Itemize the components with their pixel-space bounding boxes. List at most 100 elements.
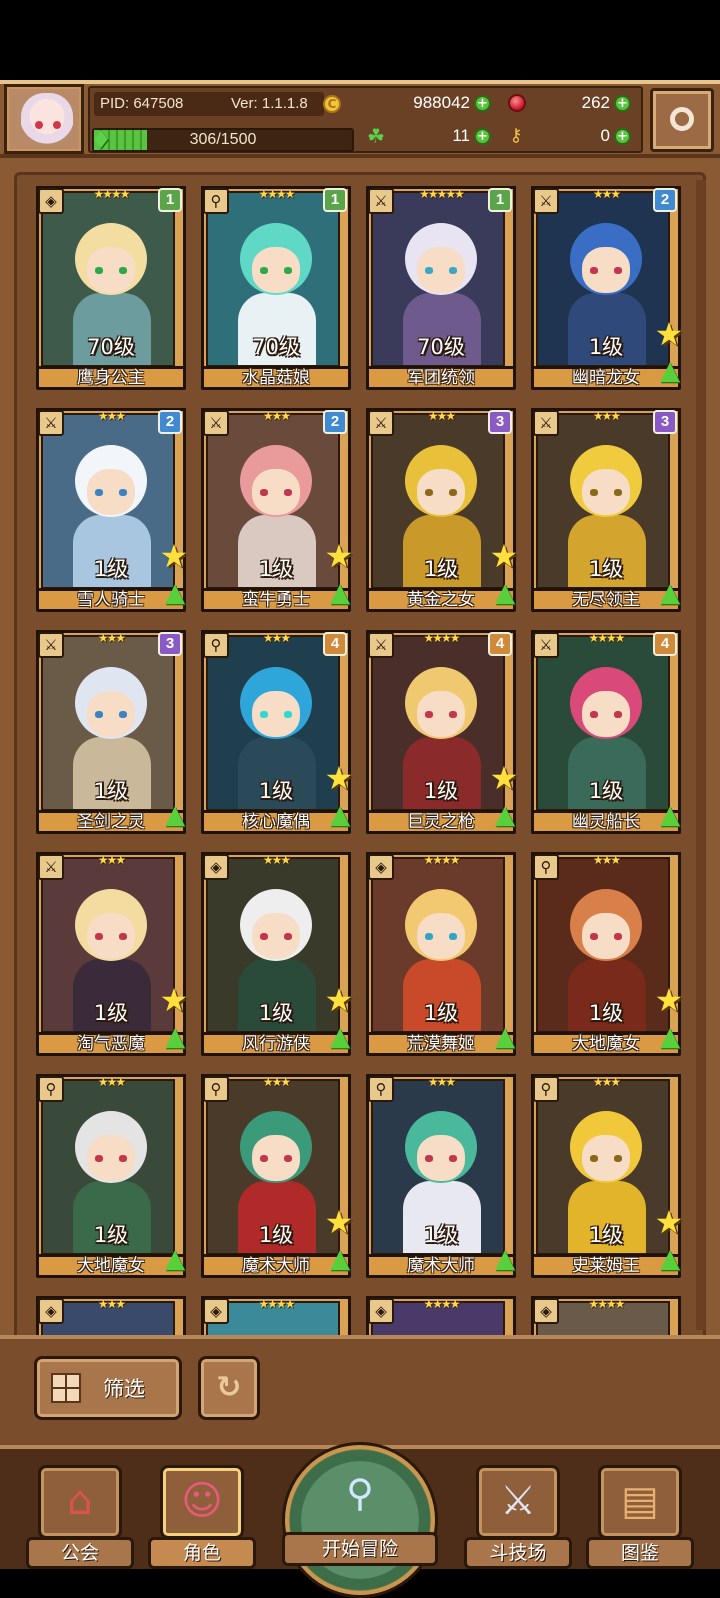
staff-icon: ⚲ <box>368 1076 394 1102</box>
filter-label: 筛选 <box>103 1377 145 1401</box>
star-upgrade-icon: ★ <box>489 537 519 575</box>
character-card[interactable]: ★★★ ⚔ 2 1级 雪人骑士 ★ ▲ <box>36 408 188 612</box>
portrait-eye <box>119 711 127 718</box>
portrait-eye <box>425 489 433 496</box>
portrait-eye <box>590 489 598 496</box>
nav-guild[interactable]: ⌂ 公会 <box>26 1465 134 1569</box>
star-upgrade-icon: ★ <box>654 1203 684 1241</box>
portrait-eye <box>425 267 433 274</box>
character-card[interactable]: ★★★★ ◈ 1级 荒漠舞姬 ▲ <box>366 852 516 1056</box>
rarity-stars: ★★★ <box>97 631 126 645</box>
sword-icon: ⚔ <box>38 410 64 436</box>
star-upgrade-icon: ★ <box>324 1203 354 1241</box>
star-upgrade-icon: ★ <box>159 981 189 1019</box>
character-card[interactable]: ★★★★ ◈ 1 70级 鹰身公主 <box>36 186 186 390</box>
character-card[interactable]: ★★★★ ⚲ 1 70级 水晶菇娘 <box>201 186 351 390</box>
level-up-arrow-icon: ▲ <box>660 1244 680 1274</box>
nav-start-adventure[interactable]: ⚲ 开始冒险 <box>276 1442 444 1598</box>
tier-badge: 4 <box>653 632 677 656</box>
grid-filter-icon <box>51 1373 81 1403</box>
character-card[interactable]: ★★★ ⚲ 1级 魔术大师 ★ ▲ <box>201 1074 353 1278</box>
nav-character-label: 角色 <box>182 1542 221 1564</box>
portrait-eye <box>590 267 598 274</box>
character-card[interactable]: ★★★ ⚔ 1级 淘气恶魔 ★ ▲ <box>36 852 188 1056</box>
portrait-eye <box>95 489 103 496</box>
level-up-arrow-icon: ▲ <box>660 356 680 386</box>
character-card[interactable]: ★★★ ⚔ 3 1级 圣剑之灵 ▲ <box>36 630 186 834</box>
character-card-list: ★★★★ ◈ 1 70级 鹰身公主 ★★★★ ⚲ 1 70级 水晶菇娘 ★★★★★ ⚔ 1 70级 军团统领… <box>0 0 720 1338</box>
tier-badge: 4 <box>323 632 347 656</box>
character-card[interactable]: ★★★ ⚔ 3 1级 无尽领主 ▲ <box>531 408 681 612</box>
character-card[interactable]: ★★★ ⚲ 1级 大地魔女 ▲ <box>36 1074 186 1278</box>
rarity-stars: ★★★ <box>97 1297 126 1311</box>
sword-icon: ⚔ <box>38 632 64 658</box>
rarity-stars: ★★★ <box>262 409 291 423</box>
character-card[interactable]: ★★★ ◈ 1级 风行游侠 ★ ▲ <box>201 852 353 1056</box>
tier-badge: 3 <box>158 632 182 656</box>
character-card[interactable]: ★★★★ ⚔ 4 1级 巨灵之枪 ★ ▲ <box>366 630 518 834</box>
rarity-stars: ★★★★ <box>588 1297 625 1311</box>
rarity-stars: ★★★★ <box>423 853 460 867</box>
character-card[interactable]: ★★★ ⚔ 2 1级 幽暗龙女 ★ ▲ <box>531 186 683 390</box>
star-upgrade-icon: ★ <box>324 759 354 797</box>
refresh-icon: ↻ <box>216 1370 242 1405</box>
character-card[interactable]: ★★★ ⚲ 1级 史莱姆王 ★ ▲ <box>531 1074 683 1278</box>
level-up-arrow-icon: ▲ <box>495 800 515 830</box>
refresh-button[interactable]: ↻ <box>198 1356 260 1420</box>
character-card[interactable]: ★★★★ ◈ <box>531 1296 681 1338</box>
shield-icon: ◈ <box>38 1298 64 1324</box>
adventure-globe <box>282 1442 438 1598</box>
staff-icon: ⚲ <box>533 1076 559 1102</box>
character-card[interactable]: ★★★ ⚲ 1级 魔术大师 ▲ <box>366 1074 516 1278</box>
rarity-stars: ★★★★ <box>588 631 625 645</box>
nav-codex-label: 图鉴 <box>620 1542 659 1564</box>
level-up-arrow-icon: ▲ <box>330 1022 350 1052</box>
staff-icon: ⚲ <box>203 188 229 214</box>
nav-character[interactable]: ☺ 角色 <box>148 1465 256 1569</box>
nav-codex[interactable]: ▤ 图鉴 <box>586 1465 694 1569</box>
portrait-eye <box>614 933 622 940</box>
tier-badge: 3 <box>488 410 512 434</box>
character-card[interactable]: ★★★ ⚔ 2 1级 蛮牛勇士 ★ ▲ <box>201 408 353 612</box>
rarity-stars: ★★★★ <box>423 631 460 645</box>
portrait-eye <box>449 489 457 496</box>
magnifier-icon: ⚲ <box>346 1471 374 1515</box>
level-up-arrow-icon: ▲ <box>165 1244 185 1274</box>
tier-badge: 1 <box>323 188 347 212</box>
portrait-eye <box>449 711 457 718</box>
character-card[interactable]: ★★★ ⚲ 4 1级 核心魔偶 ★ ▲ <box>201 630 353 834</box>
character-card[interactable]: ★★★★ ◈ <box>201 1296 351 1338</box>
character-card[interactable]: ★★★★★ ⚔ 1 70级 军团统领 <box>366 186 516 390</box>
sword-icon: ⚔ <box>38 854 64 880</box>
level-up-arrow-icon: ▲ <box>330 800 350 830</box>
star-upgrade-icon: ★ <box>489 759 519 797</box>
portrait-eye <box>449 267 457 274</box>
portrait-eye <box>449 1155 457 1162</box>
filter-button[interactable]: 筛选 <box>34 1356 182 1420</box>
star-upgrade-icon: ★ <box>654 315 684 353</box>
guild-house-icon: ⌂ <box>67 1478 93 1524</box>
character-card[interactable]: ★★★ ⚲ 1级 大地魔女 ★ ▲ <box>531 852 683 1056</box>
card-name: 鹰身公主 <box>77 368 145 388</box>
rarity-stars: ★★★ <box>592 853 621 867</box>
star-upgrade-icon: ★ <box>324 981 354 1019</box>
character-card[interactable]: ★★★★ ◈ <box>366 1296 516 1338</box>
portrait-eye <box>590 711 598 718</box>
portrait-eye <box>119 267 127 274</box>
sword-icon: ⚔ <box>533 632 559 658</box>
portrait-eye <box>449 933 457 940</box>
character-card[interactable]: ★★★ ⚔ 3 1级 黄金之女 ★ ▲ <box>366 408 518 612</box>
character-card[interactable]: ★★★ ◈ <box>36 1296 186 1338</box>
rarity-stars: ★★★ <box>592 187 621 201</box>
sword-icon: ⚔ <box>533 410 559 436</box>
portrait-eye <box>284 267 292 274</box>
portrait-eye <box>119 489 127 496</box>
nav-arena[interactable]: ⚔ 斗技场 <box>464 1465 572 1569</box>
portrait-eye <box>95 1155 103 1162</box>
character-card[interactable]: ★★★★ ⚔ 4 1级 幽灵船长 ▲ <box>531 630 681 834</box>
level-up-arrow-icon: ▲ <box>495 1022 515 1052</box>
star-upgrade-icon: ★ <box>324 537 354 575</box>
rarity-stars: ★★★ <box>262 853 291 867</box>
portrait-eye <box>119 1155 127 1162</box>
tier-badge: 2 <box>323 410 347 434</box>
